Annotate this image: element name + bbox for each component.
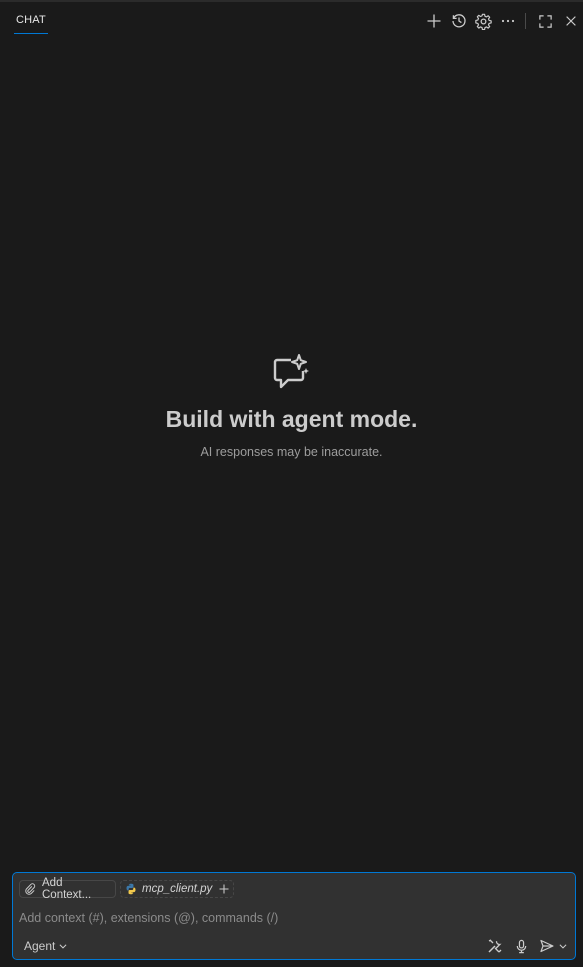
chat-input-field[interactable] bbox=[19, 908, 559, 928]
mode-picker[interactable]: Agent bbox=[24, 938, 68, 954]
attached-file-chip[interactable]: mcp_client.py bbox=[120, 880, 234, 898]
tools-icon bbox=[488, 939, 502, 953]
chevron-down-icon bbox=[559, 944, 567, 949]
tools-button[interactable] bbox=[486, 937, 504, 955]
history-icon bbox=[452, 14, 466, 28]
paperclip-icon bbox=[24, 883, 36, 895]
history-button[interactable] bbox=[449, 11, 469, 31]
close-icon bbox=[566, 16, 576, 26]
empty-state-subtitle: AI responses may be inaccurate. bbox=[200, 445, 383, 459]
maximize-icon bbox=[538, 14, 552, 28]
gear-icon bbox=[474, 13, 492, 30]
more-actions-button[interactable] bbox=[498, 11, 518, 31]
mode-label: Agent bbox=[24, 939, 56, 953]
chat-sparkle-icon bbox=[273, 354, 309, 389]
new-chat-button[interactable] bbox=[424, 11, 444, 31]
maximize-button[interactable] bbox=[535, 11, 555, 31]
tab-chat[interactable]: CHAT bbox=[14, 13, 48, 34]
settings-button[interactable] bbox=[473, 11, 493, 31]
header-divider bbox=[525, 13, 526, 29]
add-context-button[interactable]: Add Context... bbox=[19, 877, 116, 901]
send-icon bbox=[540, 939, 554, 953]
add-file-plus-icon[interactable] bbox=[218, 883, 230, 895]
ellipsis-icon bbox=[501, 19, 515, 23]
add-context-label: Add Context... bbox=[42, 877, 92, 901]
empty-state: Build with agent mode. AI responses may … bbox=[0, 352, 583, 459]
voice-input-button[interactable] bbox=[512, 937, 530, 955]
empty-state-title: Build with agent mode. bbox=[165, 406, 418, 432]
plus-icon bbox=[427, 14, 441, 28]
send-options-button[interactable] bbox=[557, 937, 569, 955]
chat-input-box: Add Context... mcp_client.py Agent bbox=[12, 872, 576, 960]
close-button[interactable] bbox=[561, 11, 581, 31]
send-button[interactable] bbox=[537, 937, 557, 955]
python-file-icon bbox=[125, 883, 137, 895]
chevron-down-icon bbox=[58, 941, 68, 951]
attached-file-name: mcp_client.py bbox=[142, 883, 213, 895]
microphone-icon bbox=[516, 939, 526, 953]
chat-header: CHAT bbox=[0, 2, 583, 38]
